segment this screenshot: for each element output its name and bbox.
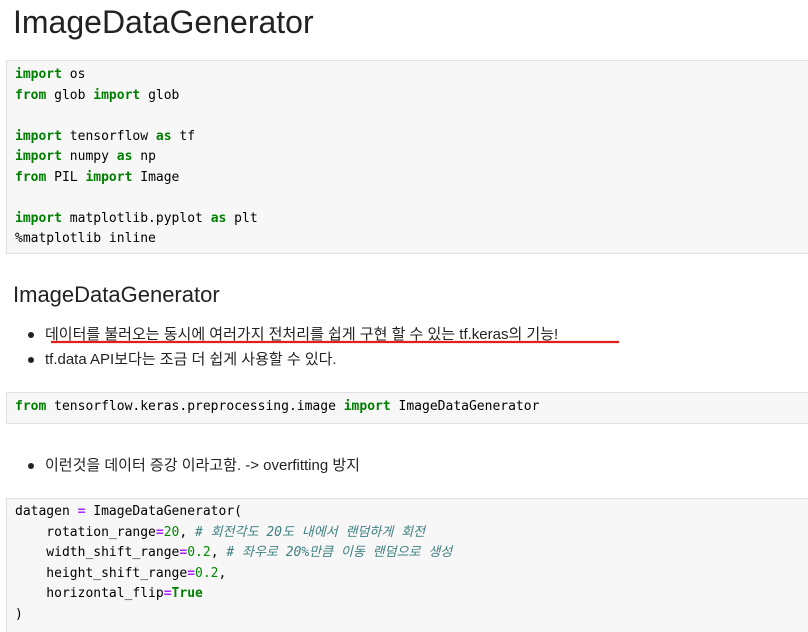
code-line: import matplotlib.pyplot as plt <box>15 209 808 230</box>
code-text: height_shift_range <box>15 565 188 581</box>
code-cell-imports[interactable]: import os from glob import glob import ten… <box>6 60 808 254</box>
code-line: import os <box>15 65 808 86</box>
code-keyword: as <box>116 149 133 164</box>
code-text: np <box>132 149 156 164</box>
code-line: width_shift_range=0.2, # 좌우로 20%만큼 이동 랜덤… <box>15 543 808 564</box>
code-line: rotation_range=20, # 회전각도 20도 내에서 랜덤하게 회… <box>15 523 808 544</box>
code-text: , <box>218 565 227 581</box>
code-keyword: import <box>85 169 133 185</box>
list-item-text: tf.data API보다는 조금 더 쉽게 사용할 수 있다. <box>45 351 337 368</box>
code-text: ImageDataGenerator( <box>85 504 242 519</box>
code-operator: = <box>163 586 172 601</box>
code-operator: = <box>155 524 164 540</box>
code-text: glob <box>140 87 180 103</box>
code-keyword: import <box>15 128 62 144</box>
code-number: 0.2 <box>195 565 219 581</box>
section-heading: ImageDataGenerator <box>13 282 220 307</box>
code-line: ) <box>15 605 808 626</box>
code-text: datagen <box>15 504 78 519</box>
code-text: numpy <box>61 149 117 164</box>
red-underline-annotation <box>51 340 619 344</box>
code-text: , <box>179 524 196 540</box>
code-keyword: from <box>15 399 47 414</box>
page-title: ImageDataGenerator <box>13 4 314 40</box>
code-cell-datagen[interactable]: datagen = ImageDataGenerator( rotation_r… <box>6 498 808 632</box>
code-text: rotation_range <box>15 524 156 540</box>
code-keyword: import <box>15 67 62 82</box>
code-line: from PIL import Image <box>15 168 808 189</box>
code-text: , <box>210 545 227 560</box>
list-item-text: 이런것을 데이터 증강 이라고함. -> overfitting 방지 <box>45 457 360 474</box>
code-keyword: import <box>15 210 62 226</box>
code-line: horizontal_flip=True <box>15 584 808 605</box>
code-keyword: as <box>155 128 172 144</box>
code-text: %matplotlib inline <box>15 231 156 246</box>
code-keyword: from <box>15 169 47 185</box>
code-text: width_shift_range <box>15 545 180 560</box>
code-operator: = <box>187 565 196 581</box>
code-text: ) <box>15 606 23 622</box>
bullet-icon <box>28 357 34 363</box>
code-keyword: import <box>343 399 391 414</box>
code-number: 0.2 <box>187 545 211 560</box>
code-block[interactable]: datagen = ImageDataGenerator( rotation_r… <box>7 502 808 625</box>
bullet-list: 이런것을 데이터 증강 이라고함. -> overfitting 방지 <box>0 453 360 478</box>
code-keyword: as <box>210 210 227 226</box>
code-text: Image <box>132 169 180 185</box>
list-item: 이런것을 데이터 증강 이라고함. -> overfitting 방지 <box>0 453 360 478</box>
code-comment: # 좌우로 20%만큼 이동 랜덤으로 생성 <box>226 545 453 560</box>
code-text: tensorflow.keras.preprocessing.image <box>46 399 344 414</box>
code-line: from glob import glob <box>15 86 808 107</box>
code-text: matplotlib.pyplot <box>61 210 211 226</box>
bullet-icon <box>28 332 34 338</box>
code-text: ImageDataGenerator <box>390 399 540 414</box>
code-number: 20 <box>163 524 180 540</box>
code-constant: True <box>171 586 203 601</box>
code-keyword: from <box>15 87 47 103</box>
bullet-icon <box>28 463 34 469</box>
code-keyword: import <box>93 87 141 103</box>
code-block[interactable]: from tensorflow.keras.preprocessing.imag… <box>7 397 808 418</box>
code-cell-import-generator[interactable]: from tensorflow.keras.preprocessing.imag… <box>6 392 808 424</box>
code-line: import numpy as np <box>15 147 808 168</box>
code-line: from tensorflow.keras.preprocessing.imag… <box>15 397 808 418</box>
code-text: tensorflow <box>61 128 156 144</box>
code-text: plt <box>226 210 258 226</box>
code-keyword: import <box>15 149 62 164</box>
code-line: height_shift_range=0.2, <box>15 564 808 585</box>
list-item: tf.data API보다는 조금 더 쉽게 사용할 수 있다. <box>0 347 558 372</box>
code-text: PIL <box>46 169 86 185</box>
code-comment: # 회전각도 20도 내에서 랜덤하게 회전 <box>195 524 426 540</box>
code-text: os <box>61 67 86 82</box>
code-text: horizontal_flip <box>15 586 164 601</box>
bullet-list: 데이터를 불러오는 동시에 여러가지 전처리를 쉽게 구현 할 수 있는 tf.… <box>0 322 558 372</box>
code-text: glob <box>46 87 94 103</box>
code-text: tf <box>171 128 196 144</box>
code-line: import tensorflow as tf <box>15 127 808 148</box>
code-line: datagen = ImageDataGenerator( <box>15 502 808 523</box>
code-block[interactable]: import os from glob import glob import ten… <box>7 65 808 250</box>
code-line: %matplotlib inline <box>15 229 808 250</box>
